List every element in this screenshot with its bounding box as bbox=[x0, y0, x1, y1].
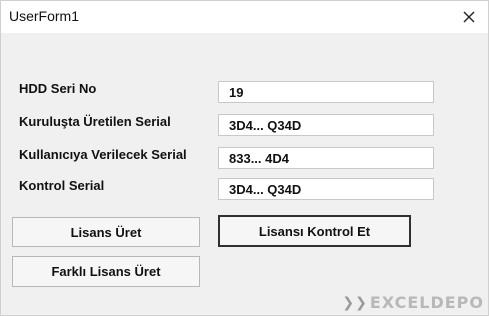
title-bar: UserForm1 bbox=[1, 1, 488, 33]
logo-text: EXCELDEPO bbox=[369, 293, 484, 312]
user-serial-label: Kullanıcıya Verilecek Serial bbox=[19, 147, 187, 162]
close-icon bbox=[463, 11, 475, 23]
userform-window: UserForm1 HDD Seri No 19 Kuruluşta Üreti… bbox=[0, 0, 489, 316]
exceldepo-logo: ❯❯ EXCELDEPO bbox=[342, 293, 484, 312]
hdd-serial-label: HDD Seri No bbox=[19, 81, 97, 96]
check-license-button[interactable]: Lisansı Kontrol Et bbox=[218, 215, 411, 247]
other-license-button[interactable]: Farklı Lisans Üret bbox=[12, 256, 200, 287]
install-serial-label: Kuruluşta Üretilen Serial bbox=[19, 114, 171, 129]
close-button[interactable] bbox=[456, 4, 482, 30]
logo-mark-icon: ❯❯ bbox=[342, 294, 368, 311]
install-serial-input[interactable]: 3D4... Q34D bbox=[218, 114, 434, 136]
check-serial-input[interactable]: 3D4... Q34D bbox=[218, 178, 434, 200]
check-serial-label: Kontrol Serial bbox=[19, 178, 105, 193]
window-title: UserForm1 bbox=[9, 8, 80, 24]
hdd-serial-input[interactable]: 19 bbox=[218, 81, 434, 103]
user-serial-input[interactable]: 833... 4D4 bbox=[218, 147, 434, 169]
generate-license-button[interactable]: Lisans Üret bbox=[12, 217, 200, 247]
